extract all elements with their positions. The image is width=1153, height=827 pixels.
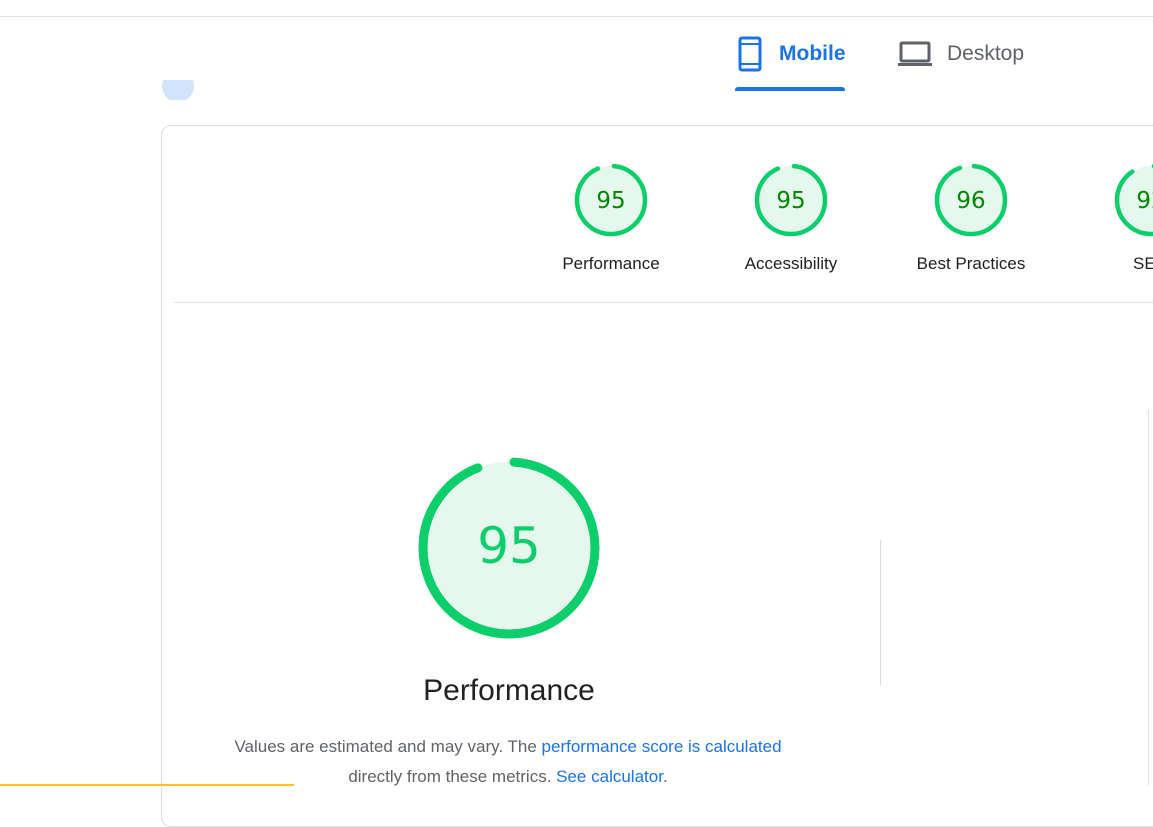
gauge-score: 96 <box>956 188 985 214</box>
description-text-1: Values are estimated and may vary. The <box>234 737 542 756</box>
gauge-label: Performance <box>562 254 660 273</box>
gauge-accessibility[interactable]: 95 Accessibility <box>716 162 866 274</box>
score-calculated-link[interactable]: performance score is calculated <box>542 737 782 756</box>
see-calculator-link[interactable]: See calculator <box>556 767 663 786</box>
side-panel-edge <box>1148 410 1149 786</box>
gauge-seo[interactable]: 92 SEO <box>1076 162 1153 274</box>
gauge-label: SEO <box>1133 254 1153 273</box>
site-avatar <box>162 80 194 100</box>
performance-main-score: 95 <box>477 517 541 575</box>
active-tab-indicator <box>735 87 845 91</box>
gauge-score: 92 <box>1136 188 1153 214</box>
smartphone-icon <box>735 34 765 79</box>
gauge-label: Best Practices <box>916 254 1026 273</box>
laptop-icon <box>897 34 933 79</box>
url-summary-row <box>162 80 722 100</box>
tab-mobile[interactable]: Mobile <box>735 34 846 91</box>
gauge-score: 95 <box>596 188 625 214</box>
description-period: . <box>662 767 668 786</box>
performance-title: Performance <box>423 674 595 707</box>
performance-description: Values are estimated and may vary. The p… <box>208 732 808 792</box>
vertical-divider <box>880 540 881 685</box>
gauges-divider <box>174 302 1153 303</box>
tab-mobile-label: Mobile <box>779 42 846 65</box>
description-text-2: directly from these metrics. <box>348 767 557 786</box>
gauge-performance[interactable]: 95 Performance <box>536 162 686 274</box>
gauge-score: 95 <box>776 188 805 214</box>
tab-desktop[interactable]: Desktop <box>897 34 1024 90</box>
tab-desktop-label: Desktop <box>947 42 1025 65</box>
top-divider <box>0 16 1153 17</box>
performance-main-gauge[interactable]: 95 <box>417 456 601 640</box>
gauge-label: Accessibility <box>744 254 838 273</box>
gauge-best-practices[interactable]: 96 Best Practices <box>896 162 1046 274</box>
